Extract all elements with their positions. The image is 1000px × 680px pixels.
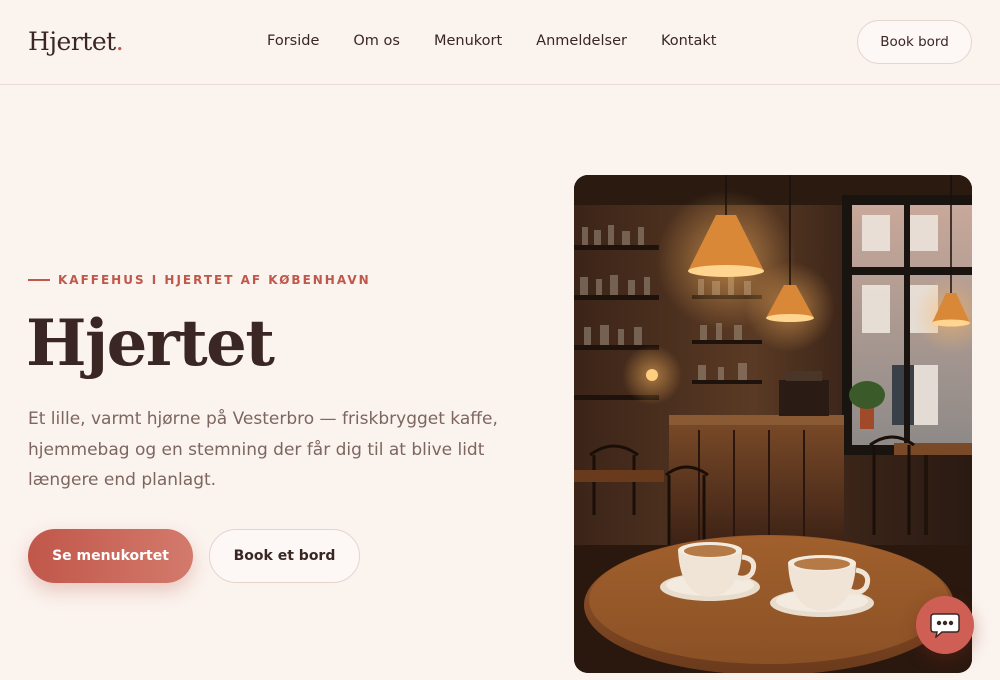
chat-button[interactable]	[916, 596, 974, 654]
hero-description: Et lille, varmt hjørne på Vesterbro — fr…	[28, 409, 498, 490]
nav-item-om-os[interactable]: Om os	[353, 33, 400, 49]
eyebrow-text: KAFFEHUS I HJERTET AF KØBENHAVN	[58, 273, 371, 287]
nav-item-anmeldelser[interactable]: Anmeldelser	[536, 33, 627, 49]
logo[interactable]: Hjertet.	[28, 27, 124, 56]
eyebrow-line	[28, 279, 50, 281]
nav-item-forside[interactable]: Forside	[267, 33, 319, 49]
hero-eyebrow: KAFFEHUS I HJERTET AF KØBENHAVN	[28, 273, 371, 287]
main-nav: Forside Om os Menukort Anmeldelser Konta…	[267, 33, 750, 49]
logo-text: Hjertet	[28, 27, 116, 56]
hero-title: Hjertet	[26, 306, 275, 381]
chat-bubble-icon	[930, 613, 960, 638]
book-table-button[interactable]: Book et bord	[209, 529, 360, 583]
cafe-interior-photo	[574, 175, 972, 673]
nav-item-kontakt[interactable]: Kontakt	[661, 33, 717, 49]
see-menu-button[interactable]: Se menukortet	[28, 529, 193, 583]
nav-item-menukort[interactable]: Menukort	[434, 33, 502, 49]
logo-dot: .	[115, 27, 124, 56]
site-header: Hjertet. Forside Om os Menukort Anmeldel…	[0, 0, 1000, 85]
book-table-header-button[interactable]: Book bord	[857, 20, 972, 64]
